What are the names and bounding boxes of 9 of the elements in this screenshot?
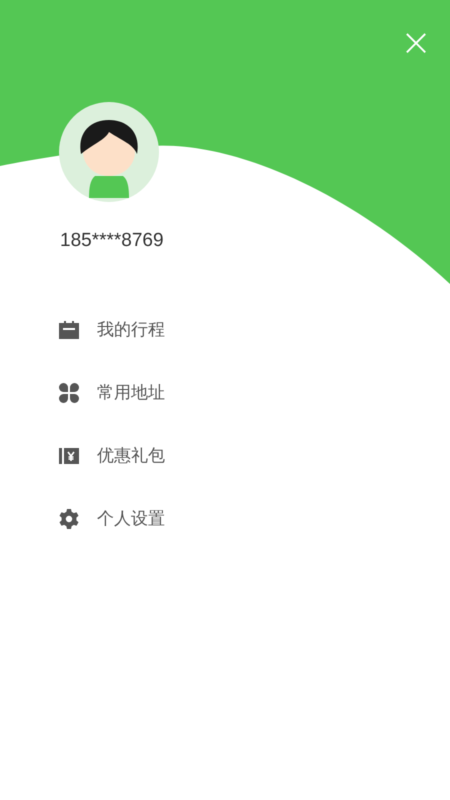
menu-item[interactable]: 优惠礼包 [0,424,450,487]
ticket-icon [59,448,79,464]
phone-number: 185****8769 [60,230,165,252]
menu-item[interactable]: 我的行程 [0,298,450,361]
menu-item[interactable]: 常用地址 [0,361,450,424]
menu-item[interactable]: 个人设置 [0,487,450,550]
calendar-icon [59,320,79,338]
clover-icon [59,382,79,402]
settings-icon [59,508,79,528]
